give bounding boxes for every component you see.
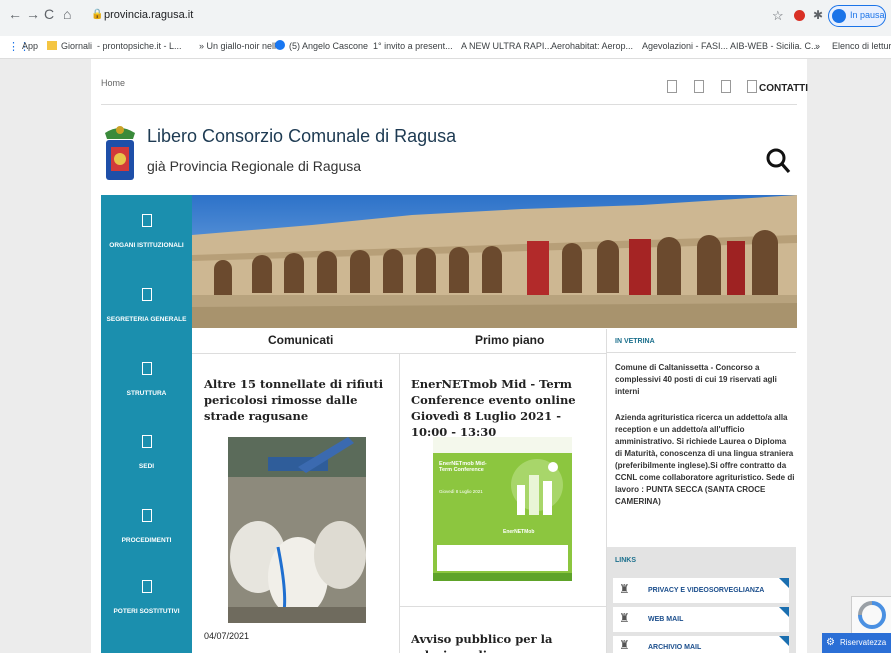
url-text[interactable]: provincia.ragusa.it [104, 9, 193, 21]
link-label: ARCHIVIO MAIL [648, 644, 702, 651]
privacy-settings-button[interactable]: ⚙ Riservatezza [822, 633, 891, 653]
city-graphic-icon [511, 459, 563, 515]
crest-icon: ♜ [619, 582, 630, 596]
sidebar-item-label: POTERI SOSTITUTIVI [113, 608, 180, 615]
star-icon[interactable]: ☆ [772, 8, 784, 24]
social-icon[interactable] [667, 80, 677, 93]
vetrina-heading: IN VETRINA [615, 338, 655, 345]
menu-icon [141, 288, 152, 301]
bookmark-aerohabitat[interactable]: Aerohabitat: Aerop... [551, 41, 633, 51]
site-subtitle: già Provincia Regionale di Ragusa [147, 158, 362, 174]
column-divider [399, 353, 400, 653]
sidebar-item-poteri-sostitutivi[interactable]: POTERI SOSTITUTIVI [101, 580, 192, 615]
sidebar-item-struttura[interactable]: STRUTTURA [101, 362, 192, 397]
sidebar-item-organi-istituzionali[interactable]: ORGANI ISTITUZIONALI [101, 214, 192, 249]
link-web-mail[interactable]: ♜ WEB MAIL [613, 607, 789, 632]
news-image-poster[interactable]: EnerNETmob Mid-Term Conference Giovedì 8… [433, 437, 572, 581]
bookmark-agevolazioni[interactable]: Agevolazioni - FASI... [642, 41, 728, 51]
search-icon[interactable] [765, 147, 791, 175]
links-heading: LINKS [615, 557, 636, 564]
crest-logo[interactable] [103, 123, 137, 185]
menu-icon [141, 362, 152, 375]
gear-icon: ⚙ [826, 637, 835, 648]
folder-icon [47, 41, 57, 50]
crest-icon: ♜ [619, 638, 630, 652]
sidebar-item-sedi[interactable]: SEDI [101, 435, 192, 470]
link-privacy[interactable]: ♜ PRIVACY E VIDEOSORVEGLIANZA [613, 578, 789, 603]
bookmark-angelo-cascone[interactable]: (5) Angelo Cascone [289, 41, 368, 51]
poster-footer [433, 573, 572, 581]
link-label: WEB MAIL [648, 616, 684, 623]
site-title[interactable]: Libero Consorzio Comunale di Ragusa [147, 126, 456, 147]
news-title[interactable]: Avviso pubblico per la selezione di [411, 631, 601, 653]
bookmark-aib-web[interactable]: AIB-WEB - Sicilia. C... [730, 41, 819, 51]
menu-icon [141, 509, 152, 522]
vetrina-item[interactable]: Azienda agrituristica ricerca un addetto… [615, 412, 795, 508]
corner-arrow-icon [779, 578, 789, 588]
poster-date: Giovedì 8 Luglio 2021 [439, 489, 483, 494]
sidebar-item-segreteria-generale[interactable]: SEGRETERIA GENERALE [101, 288, 192, 323]
menu-icon [141, 435, 152, 448]
social-icon[interactable] [721, 80, 731, 93]
news-divider [399, 606, 606, 607]
sidebar-item-label: PROCEDIMENTI [121, 537, 172, 544]
poster-side-label: EnerNETMob [503, 529, 535, 535]
profile-button[interactable]: In pausa [828, 5, 886, 27]
crest-icon: ♜ [619, 611, 630, 625]
tab-primo-piano[interactable]: Primo piano [475, 333, 544, 347]
breadcrumb[interactable]: Home [101, 78, 125, 88]
back-button[interactable]: ← [8, 6, 22, 22]
bookmark-prontopsiche[interactable]: - prontopsiche.it - L... [97, 41, 182, 51]
sidebar-item-label: STRUTTURA [126, 390, 167, 397]
menu-icon [141, 580, 152, 593]
lock-icon: 🔒 [91, 9, 104, 20]
bookmark-giallo-noir[interactable]: » Un giallo-noir nell... [199, 41, 284, 51]
sidebar-item-label: SEGRETERIA GENERALE [106, 316, 187, 323]
news-image[interactable] [228, 437, 366, 623]
avatar [832, 9, 846, 23]
facebook-icon [275, 40, 285, 50]
corner-arrow-icon [779, 636, 789, 646]
poster-header [433, 437, 572, 453]
menu-icon [141, 214, 152, 227]
forward-button[interactable]: → [26, 6, 40, 22]
news-title[interactable]: Altre 15 tonnellate di rifiuti pericolos… [204, 376, 384, 424]
sidebar-item-label: ORGANI ISTITUZIONALI [109, 242, 184, 249]
sidebar-item-label: SEDI [138, 463, 155, 470]
reading-list[interactable]: Elenco di lettura [832, 41, 891, 51]
reload-button[interactable]: C [44, 6, 54, 22]
home-button[interactable]: ⌂ [63, 6, 71, 22]
link-archivio-mail[interactable]: ♜ ARCHIVIO MAIL [613, 636, 789, 653]
recaptcha-badge[interactable] [851, 596, 891, 634]
privacy-settings-label: Riservatezza [840, 638, 887, 647]
contact-icon [747, 80, 757, 93]
bookmarks-overflow[interactable]: » [815, 41, 820, 51]
corner-arrow-icon [779, 607, 789, 617]
news-title[interactable]: EnerNETmob Mid - Term Conference evento … [411, 376, 601, 440]
recaptcha-icon [858, 601, 886, 629]
news-date: 04/07/2021 [204, 631, 250, 641]
hero-image [192, 195, 797, 328]
link-label: PRIVACY E VIDEOSORVEGLIANZA [648, 587, 765, 594]
sidebar-item-procedimenti[interactable]: PROCEDIMENTI [101, 509, 192, 544]
vetrina-item[interactable]: Comune di Caltanissetta - Concorso a com… [615, 362, 795, 398]
extensions-icon[interactable]: ✱ [813, 8, 823, 22]
header-divider [101, 104, 797, 105]
bookmark-invito[interactable]: 1° invito a present... [373, 41, 453, 51]
profile-status: In pausa [850, 10, 885, 20]
social-icon[interactable] [694, 80, 704, 93]
tab-comunicati[interactable]: Comunicati [268, 333, 333, 347]
poster-heading: EnerNETmob Mid-Term Conference [439, 461, 487, 473]
bookmark-ultra-rapid[interactable]: A NEW ULTRA RAPI... [461, 41, 552, 51]
adblock-icon[interactable] [794, 10, 805, 21]
bookmark-giornali[interactable]: Giornali [61, 41, 92, 51]
poster-partner-logos [437, 545, 568, 571]
vetrina-divider [607, 352, 796, 353]
contatti-link[interactable]: CONTATTI [759, 83, 808, 94]
bookmark-app[interactable]: App [22, 41, 38, 51]
